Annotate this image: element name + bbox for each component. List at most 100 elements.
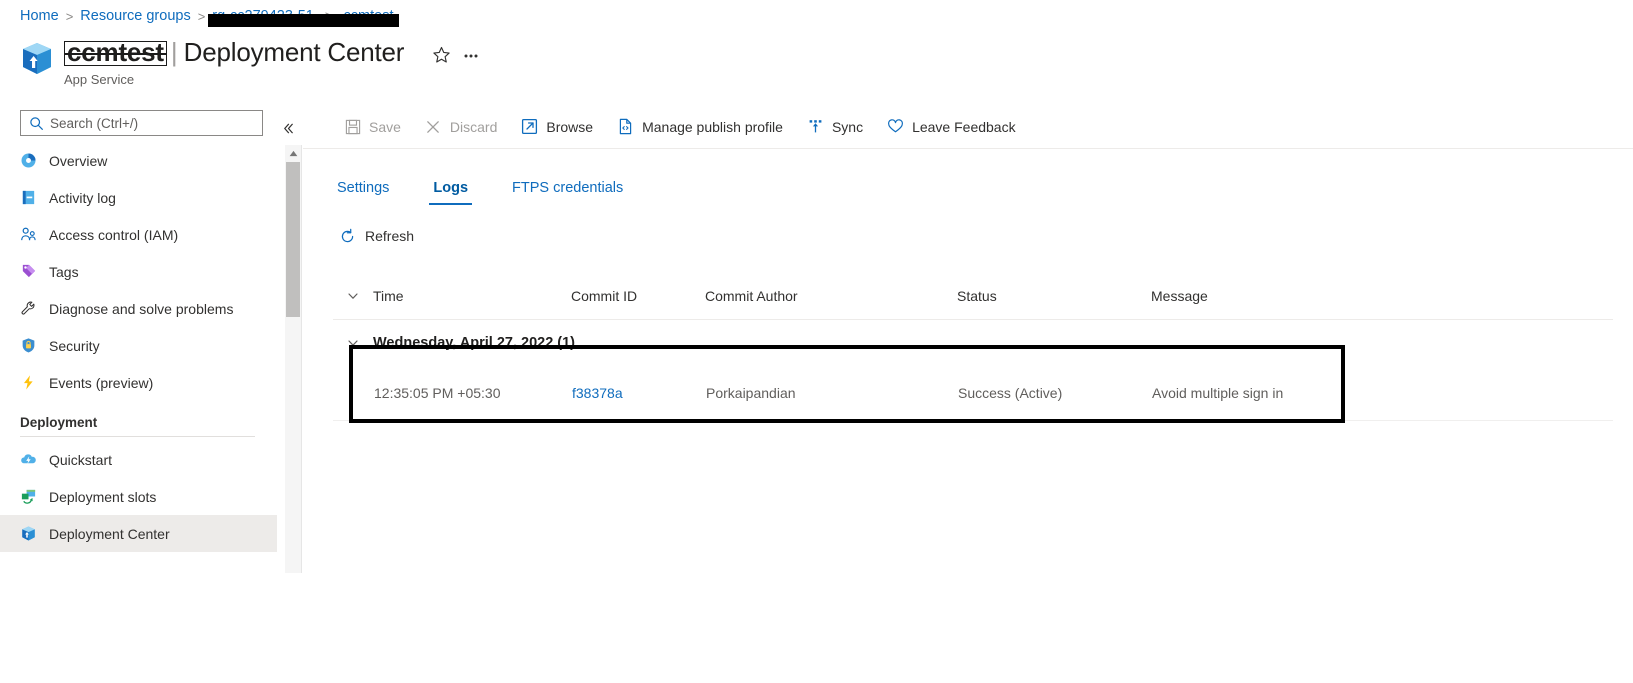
sidebar-item-activity-log[interactable]: Activity log: [0, 179, 277, 216]
column-header-time[interactable]: Time: [373, 288, 571, 304]
sidebar-item-deployment-center[interactable]: Deployment Center: [0, 515, 277, 552]
cell-status: Success (Active): [958, 385, 1063, 401]
group-chevron-down-icon[interactable]: [333, 336, 373, 350]
search-input[interactable]: [50, 115, 240, 131]
refresh-label: Refresh: [365, 228, 415, 244]
sidebar-item-label: Activity log: [49, 189, 116, 206]
table-group-row[interactable]: Wednesday, April 27, 2022 (1): [333, 320, 1613, 366]
page-header: ccmtest | Deployment Center: [20, 36, 486, 77]
resource-name: ccmtest: [67, 37, 164, 67]
scrollbar-thumb[interactable]: [286, 162, 300, 317]
breadcrumb-separator: >: [65, 8, 74, 24]
scroll-up-arrow-icon[interactable]: [285, 145, 301, 161]
document-code-icon: [617, 118, 634, 135]
column-header-commit-id[interactable]: Commit ID: [571, 288, 705, 304]
sidebar-item-tags[interactable]: Tags: [0, 253, 277, 290]
save-label: Save: [369, 118, 401, 135]
tag-icon: [20, 263, 37, 280]
expand-all-chevron-down-icon[interactable]: [333, 289, 373, 303]
sidebar-item-quickstart[interactable]: Quickstart: [0, 441, 277, 478]
resource-menu-sidebar: Overview Activity log: [0, 105, 293, 573]
sidebar-item-overview[interactable]: Overview: [0, 142, 277, 179]
sync-icon: [807, 118, 824, 135]
cell-commit-id: f38378a: [572, 385, 706, 401]
manage-publish-profile-button[interactable]: Manage publish profile: [606, 111, 794, 143]
wrench-icon: [20, 300, 37, 317]
tab-settings[interactable]: Settings: [333, 180, 393, 205]
sidebar-item-label: Tags: [49, 263, 79, 280]
browse-button[interactable]: Browse: [510, 111, 604, 143]
sidebar-border: [301, 145, 302, 573]
sidebar-item-label: Overview: [49, 152, 108, 169]
breadcrumb-item-resource-groups[interactable]: Resource groups: [80, 8, 190, 24]
breadcrumb: Home > Resource groups > rg-cc279423-51 …: [20, 4, 400, 28]
leave-feedback-label: Leave Feedback: [912, 118, 1016, 135]
shield-lock-icon: [20, 337, 37, 354]
cell-time: 12:35:05 PM +05:30: [374, 385, 501, 401]
sidebar-item-events[interactable]: Events (preview): [0, 364, 277, 401]
tab-ftps-credentials[interactable]: FTPS credentials: [508, 180, 627, 205]
refresh-button[interactable]: Refresh: [333, 221, 424, 251]
column-header-commit-author[interactable]: Commit Author: [705, 288, 957, 304]
breadcrumb-item-home[interactable]: Home: [20, 8, 59, 24]
discard-label: Discard: [449, 118, 498, 135]
column-header-status[interactable]: Status: [957, 288, 1151, 304]
main-content: Save Discard Browse Manage publish profi…: [303, 105, 1633, 683]
sync-button[interactable]: Sync: [796, 111, 874, 143]
sidebar-item-label: Access control (IAM): [49, 226, 179, 243]
manage-publish-profile-label: Manage publish profile: [642, 118, 783, 135]
star-icon[interactable]: [426, 40, 456, 70]
sidebar-item-diagnose[interactable]: Diagnose and solve problems: [0, 290, 277, 327]
sidebar-item-label: Diagnose and solve problems: [49, 300, 234, 317]
sidebar-group-title-deployment: Deployment: [20, 415, 98, 430]
sidebar-item-label: Security: [49, 337, 100, 354]
cell-message: Avoid multiple sign in: [1152, 385, 1284, 401]
redaction-bar: [208, 14, 400, 27]
sidebar-item-label: Deployment slots: [49, 488, 157, 505]
sidebar-nav-list: Overview Activity log Access control (IA…: [0, 142, 277, 552]
deployment-center-icon: [20, 525, 37, 542]
sidebar-scrollbar[interactable]: [285, 145, 301, 573]
resource-name-redacted: ccmtest: [64, 36, 167, 69]
lightning-bolt-icon: [20, 374, 37, 391]
sidebar-item-access-control[interactable]: Access control (IAM): [0, 216, 277, 253]
app-service-icon: [20, 41, 54, 77]
browse-label: Browse: [546, 118, 594, 135]
sidebar-item-label: Quickstart: [49, 451, 113, 468]
cell-commit-author: Porkaipandian: [706, 385, 796, 401]
table-row[interactable]: 12:35:05 PM +05:30 f38378a Porkaipandian…: [333, 366, 1613, 421]
group-label: Wednesday, April 27, 2022 (1): [373, 335, 576, 351]
column-header-message[interactable]: Message: [1151, 288, 1613, 304]
refresh-circular-arrow-icon: [339, 228, 356, 245]
actions-row: Refresh: [303, 221, 1633, 251]
leave-feedback-button[interactable]: Leave Feedback: [876, 111, 1027, 143]
chevron-double-left-icon[interactable]: [277, 117, 299, 139]
sidebar-item-label: Events (preview): [49, 374, 154, 391]
deployment-logs-table: Time Commit ID Commit Author Status Mess…: [333, 273, 1613, 423]
search-icon: [29, 116, 44, 131]
breadcrumb-item-resource-group-redacted[interactable]: rg-cc279423-51 > ccmtest: [208, 8, 400, 27]
sync-label: Sync: [831, 118, 864, 135]
sidebar-divider: [20, 436, 255, 437]
commit-id-link[interactable]: f38378a: [572, 385, 623, 401]
sidebar-item-security[interactable]: Security: [0, 327, 277, 364]
ellipsis-icon[interactable]: [456, 40, 486, 70]
tab-bar: Settings Logs FTPS credentials: [303, 159, 1633, 205]
open-in-new-window-icon: [521, 118, 538, 135]
discard-button[interactable]: Discard: [414, 111, 508, 143]
quickstart-cloud-icon: [20, 451, 37, 468]
sidebar-item-label: Deployment Center: [49, 525, 170, 542]
access-control-icon: [20, 226, 37, 243]
close-x-icon: [425, 118, 442, 135]
azure-portal-deployment-center-page: Home > Resource groups > rg-cc279423-51 …: [0, 0, 1633, 683]
tab-logs[interactable]: Logs: [429, 180, 472, 205]
resource-type-subtitle: App Service: [64, 72, 135, 87]
search-box[interactable]: [20, 110, 263, 136]
activity-log-icon: [20, 189, 37, 206]
deployment-slots-icon: [20, 488, 37, 505]
sidebar-item-deployment-slots[interactable]: Deployment slots: [0, 478, 277, 515]
save-button[interactable]: Save: [333, 111, 412, 143]
breadcrumb-separator: >: [197, 8, 206, 24]
save-disk-icon: [344, 118, 361, 135]
title-separator: |: [170, 37, 178, 67]
